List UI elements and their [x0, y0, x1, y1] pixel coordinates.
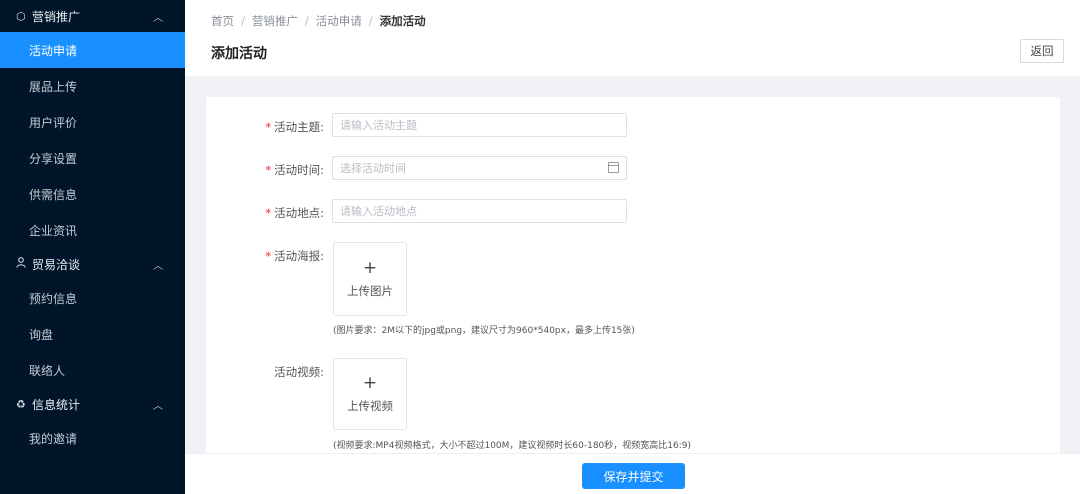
location-placeholder: 请输入活动地点 [340, 205, 417, 218]
sidebar-group-label: 信息统计 [32, 397, 81, 412]
page-title: 添加活动 [211, 46, 267, 62]
save-submit-button[interactable]: 保存并提交 [582, 463, 685, 489]
required-mark: * [265, 206, 272, 220]
sidebar-item-contacts[interactable]: 联络人 [0, 352, 185, 388]
breadcrumb-home[interactable]: 首页 [211, 13, 234, 29]
video-upload-button[interactable]: + 上传视频 [333, 358, 407, 430]
sidebar-group-marketing[interactable]: ⬡ 营销推广 ︿ [0, 0, 185, 32]
poster-label: * 活动海报: [265, 249, 324, 263]
breadcrumb-marketing[interactable]: 营销推广 [252, 13, 298, 29]
location-label: * 活动地点: [265, 206, 324, 220]
sidebar: ⬡ 营销推广 ︿ 活动申请 展品上传 用户评价 分享设置 供需信息 企业资讯 贸… [0, 0, 185, 494]
theme-input[interactable]: 请输入活动主题 [332, 113, 627, 137]
footer-bar: 保存并提交 [185, 453, 1080, 494]
cube-icon: ⬡ [16, 9, 26, 23]
chevron-up-icon: ︿ [153, 400, 163, 412]
recycle-icon: ♻ [16, 397, 26, 411]
user-icon [16, 257, 30, 271]
sidebar-item-exhibit-upload[interactable]: 展品上传 [0, 68, 185, 104]
plus-icon: + [362, 373, 378, 393]
required-mark: * [265, 163, 272, 177]
video-hint: (视频要求:MP4视频格式，大小不超过100M，建议视频时长60-180秒，视频… [333, 441, 692, 451]
sidebar-item-activity-apply[interactable]: 活动申请 [0, 32, 185, 68]
sidebar-group-statistics[interactable]: ♻ 信息统计 ︿ [0, 388, 185, 420]
breadcrumb-activity-apply[interactable]: 活动申请 [316, 13, 362, 29]
breadcrumb-separator: / [304, 14, 309, 28]
form-card: * 活动主题: 请输入活动主题 * 活动时间: 选择活动时间 * 活动地点: 请输入活… [206, 97, 1060, 453]
sidebar-item-appointments[interactable]: 预约信息 [0, 280, 185, 316]
location-input[interactable]: 请输入活动地点 [332, 199, 627, 223]
theme-label: * 活动主题: [265, 120, 324, 134]
sidebar-item-inquiry[interactable]: 询盘 [0, 316, 185, 352]
sidebar-group-label: 贸易洽谈 [32, 257, 81, 272]
time-picker[interactable]: 选择活动时间 [332, 156, 627, 180]
calendar-icon [608, 162, 619, 173]
sidebar-item-supply-demand[interactable]: 供需信息 [0, 176, 185, 212]
chevron-up-icon: ︿ [153, 12, 163, 24]
breadcrumb-separator: / [241, 14, 245, 28]
back-button[interactable]: 返回 [1020, 39, 1064, 63]
breadcrumb-current: 添加活动 [379, 14, 426, 28]
poster-upload-button[interactable]: + 上传图片 [333, 242, 407, 316]
time-placeholder: 选择活动时间 [340, 162, 406, 175]
chevron-up-icon: ︿ [153, 260, 163, 272]
poster-upload-label: 上传图片 [347, 284, 393, 298]
sidebar-item-share-settings[interactable]: 分享设置 [0, 140, 185, 176]
sidebar-group-trade[interactable]: 贸易洽谈 ︿ [0, 248, 185, 280]
video-label: 活动视频: [274, 365, 324, 379]
sidebar-item-user-reviews[interactable]: 用户评价 [0, 104, 185, 140]
page-header: 首页 / 营销推广 / 活动申请 / 添加活动 添加活动 返回 [185, 0, 1080, 76]
required-mark: * [265, 120, 272, 134]
breadcrumb: 首页 / 营销推广 / 活动申请 / 添加活动 [211, 13, 426, 29]
video-upload-label: 上传视频 [347, 399, 393, 413]
sidebar-item-my-invites[interactable]: 我的邀请 [0, 420, 185, 456]
time-label: * 活动时间: [265, 163, 324, 177]
sidebar-item-company-news[interactable]: 企业资讯 [0, 212, 185, 248]
sidebar-group-label: 营销推广 [32, 9, 81, 24]
breadcrumb-separator: / [368, 14, 373, 28]
plus-icon: + [362, 258, 378, 278]
poster-hint: (图片要求：2M以下的jpg或png，建议尺寸为960*540px，最多上传15… [333, 326, 635, 336]
required-mark: * [265, 249, 272, 263]
theme-placeholder: 请输入活动主题 [340, 119, 417, 132]
